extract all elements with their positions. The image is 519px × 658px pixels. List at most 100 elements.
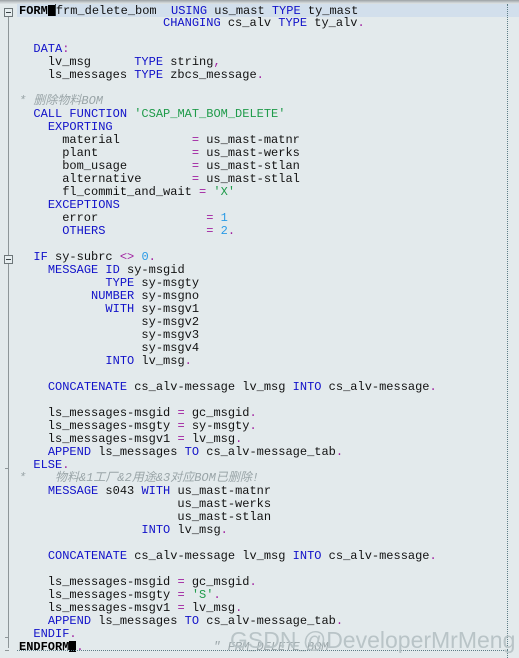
code-token: lv_msg	[184, 432, 236, 446]
code-token: .	[62, 458, 70, 472]
code-token: " FRM_DELETE_BOM	[213, 640, 329, 654]
code-token: =	[191, 159, 200, 173]
code-line[interactable]: INTO lv_msg.	[17, 355, 519, 368]
code-token: .	[235, 432, 243, 446]
code-line[interactable]: APPEND ls_messages TO cs_alv-message_tab…	[17, 446, 519, 459]
code-token: TYPE	[134, 68, 164, 82]
code-token: EXCEPTIONS	[47, 198, 120, 212]
code-token: .	[429, 549, 437, 563]
code-folding-gutter[interactable]	[0, 4, 17, 658]
code-token: 2	[220, 224, 228, 238]
code-token: .	[184, 354, 192, 368]
code-token: INTO	[105, 354, 135, 368]
code-token: error	[19, 211, 207, 225]
code-token: .	[335, 445, 344, 459]
code-token: cs_alv-message lv_msg	[127, 549, 293, 563]
code-token: .	[213, 588, 221, 602]
code-token: .	[76, 640, 84, 654]
code-token: gc_msgid	[184, 575, 250, 589]
code-token: WITH	[105, 302, 135, 316]
code-token: CONCATENATE	[47, 380, 128, 394]
code-line[interactable]: CHANGING cs_alv TYPE ty_alv.	[17, 17, 519, 30]
code-token: 'CSAP_MAT_BOM_DELETE'	[127, 107, 286, 121]
code-token: ls_messages-msgid	[19, 406, 178, 420]
code-token: ls_messages	[19, 68, 135, 82]
code-token: =	[191, 146, 200, 160]
code-token: =	[177, 406, 185, 420]
code-token: cs_alv-message lv_msg	[127, 380, 293, 394]
code-token: 0	[141, 250, 149, 264]
code-line[interactable]: INTO lv_msg.	[17, 524, 519, 537]
code-token: ls_messages-msgv1	[19, 601, 178, 615]
code-token: ls_messages	[91, 445, 185, 459]
code-token: .	[357, 16, 365, 30]
code-token: sy-msgno	[134, 289, 200, 303]
fold-toggle-icon[interactable]	[4, 8, 13, 17]
code-token: .	[249, 419, 257, 433]
code-token: 1	[220, 211, 228, 225]
code-token: .	[429, 380, 437, 394]
code-token: ELSE	[33, 458, 63, 472]
code-token: -	[256, 133, 264, 147]
code-line[interactable]	[17, 30, 519, 43]
code-token: us_mast-stlan	[199, 159, 300, 173]
code-token: APPEND	[47, 614, 92, 628]
code-token: ENDFORM	[19, 640, 70, 654]
code-token: TO	[184, 445, 200, 459]
code-token: material	[19, 133, 192, 147]
code-token: plant	[19, 146, 192, 160]
fold-branch-marker	[5, 468, 9, 469]
right-margin-ruler	[507, 4, 508, 658]
code-token: .	[335, 614, 344, 628]
code-token: string	[163, 55, 214, 69]
fold-toggle-icon[interactable]	[4, 255, 13, 264]
code-token: sy-msgv2	[19, 315, 200, 329]
code-token: gc_msgid	[184, 406, 250, 420]
code-token: INTO	[292, 380, 322, 394]
code-token: 删除物料BOM	[26, 94, 104, 108]
code-line[interactable]: CONCATENATE cs_alv-message lv_msg INTO c…	[17, 381, 519, 394]
code-line[interactable]: CONCATENATE cs_alv-message lv_msg INTO c…	[17, 550, 519, 563]
code-token: sy-msgv1	[134, 302, 200, 316]
code-token: WITH	[141, 484, 171, 498]
code-token: sy-msgv3	[19, 328, 200, 342]
code-area[interactable]: FORM frm_delete_bom USING us_mast TYPE ty…	[17, 4, 519, 658]
code-token: sy-msgty	[184, 419, 250, 433]
code-token: TO	[184, 614, 200, 628]
code-token: OTHERS	[62, 224, 106, 238]
code-token: INTO	[141, 523, 171, 537]
code-line[interactable]: OTHERS = 2.	[17, 225, 519, 238]
code-token: us_mast-stlal	[199, 172, 300, 186]
code-line[interactable]: ENDFORM. " FRM_DELETE_BOM	[17, 641, 519, 654]
code-token: cs_alv-message_tab	[199, 614, 336, 628]
code-token: 物料&1工厂&2用途&3对应BOM已删除!	[26, 471, 260, 485]
code-token: fl_commit_and_wait	[19, 185, 200, 199]
code-line[interactable]: APPEND ls_messages TO cs_alv-message_tab…	[17, 615, 519, 628]
code-token: MESSAGE ID	[47, 263, 120, 277]
code-token: TYPE	[278, 16, 308, 30]
code-token: .	[227, 224, 236, 238]
code-token: =	[191, 133, 200, 147]
code-token: EXPORTING	[47, 120, 113, 134]
text-caret	[47, 5, 55, 16]
code-token: .	[69, 627, 77, 641]
code-token: =	[177, 588, 185, 602]
code-token: .	[256, 68, 264, 82]
code-token: .	[235, 601, 243, 615]
code-token: bom_usage	[19, 159, 192, 173]
abap-editor-window: FORM frm_delete_bom USING us_mast TYPE ty…	[0, 0, 519, 658]
code-line[interactable]: ls_messages TYPE zbcs_message.	[17, 69, 519, 82]
code-token: lv_msg	[19, 55, 135, 69]
code-token: =	[191, 172, 200, 186]
bottom-margin-ruler	[17, 650, 508, 651]
